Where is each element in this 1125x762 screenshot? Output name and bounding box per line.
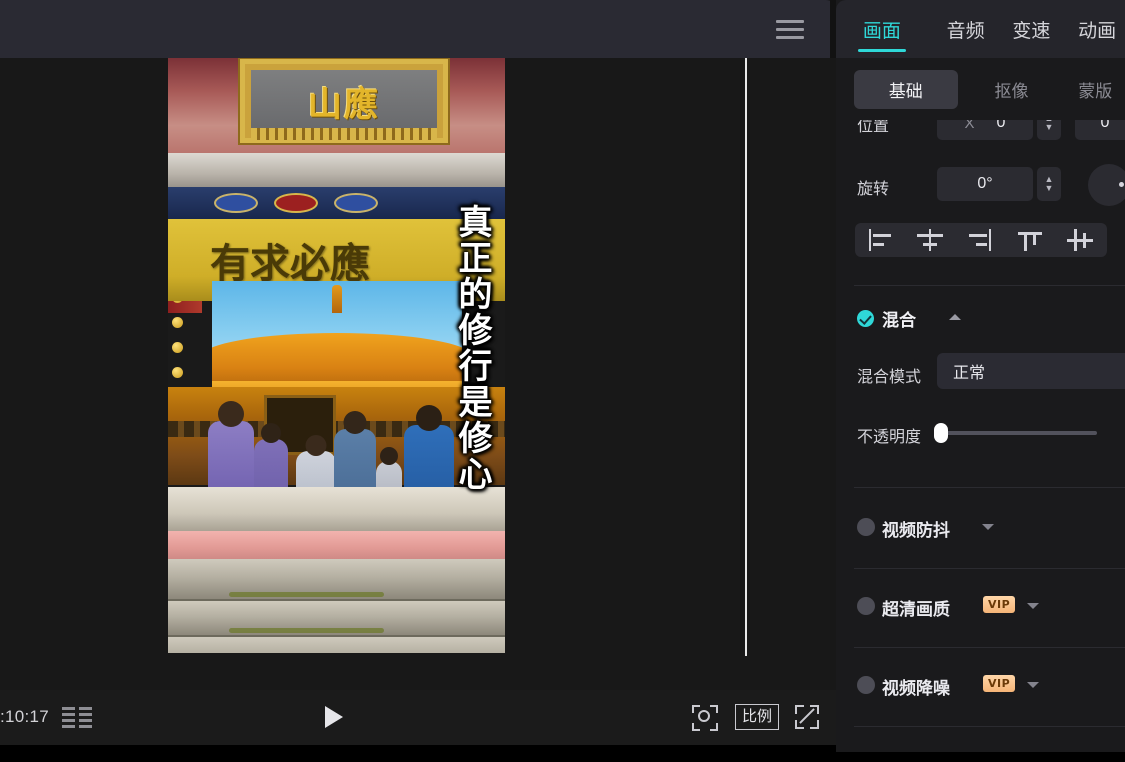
vip-badge: VIP [983,596,1015,613]
opacity-slider-track[interactable] [937,431,1097,435]
opacity-slider-handle[interactable] [934,423,948,443]
person-head [218,401,244,427]
person-head [306,435,327,456]
panel-bottom-strip [836,752,1125,762]
beam-medallion [214,193,258,213]
chevron-down-icon[interactable] [1027,682,1039,688]
subtab-mask[interactable]: 蒙版 [1066,70,1125,109]
preview-stage: 山應 有求必應 [0,58,836,690]
panel-subtab-bar: 基础 抠像 蒙版 [836,58,1125,120]
pink-painted-ledge [168,531,505,559]
panel-scroll-region[interactable]: 位置 X 0 ▲▼ 0 旋转 0° ▲▼ [836,120,1125,762]
ultra-hd-label: 超清画质 [882,595,950,620]
expand-fullscreen-icon[interactable] [795,705,819,729]
blend-enable-checkbox[interactable] [857,310,874,327]
blend-mode-label: 混合模式 [857,363,921,387]
rotation-stepper[interactable]: ▲▼ [1037,167,1061,201]
stone-step [168,601,505,637]
position-y-input[interactable]: 0 [1075,120,1125,140]
vertical-guide-line [745,58,747,656]
timecode-display: :10:17 [0,707,49,727]
blend-section-title: 混合 [882,306,916,331]
chevron-up-icon[interactable] [949,314,961,320]
stone-step [168,637,505,653]
beam-medallion [274,193,318,213]
stone-plinth [168,487,505,531]
chevron-down-icon[interactable] [1027,603,1039,609]
video-stabilize-label: 视频防抖 [882,516,950,541]
rotation-label: 旋转 [857,175,889,199]
step-moss [229,592,384,597]
grid-view-icon[interactable] [62,707,92,729]
plaque-top-text: 山應 [251,70,437,132]
align-left-icon[interactable] [855,229,905,251]
tab-animation[interactable]: 动画 [1069,16,1125,43]
rotation-input[interactable]: 0° [937,167,1033,201]
axis-x-label: X [965,120,975,132]
tab-speed[interactable]: 变速 [1004,16,1060,43]
chevron-down-icon[interactable] [982,524,994,530]
position-label: 位置 [857,120,889,136]
step-moss [229,628,384,633]
window-bottom-strip [0,745,836,762]
ultra-hd-toggle[interactable] [857,597,875,615]
blend-mode-value: 正常 [953,359,985,383]
position-y-value: 0 [1101,120,1110,132]
rotation-dial-icon[interactable] [1088,164,1125,206]
zoom-fit-icon[interactable] [692,705,718,731]
align-right-icon[interactable] [955,229,1005,251]
temple-eave-beam [168,153,505,191]
position-x-input[interactable]: X 0 [937,120,1033,140]
section-divider [854,285,1125,286]
position-x-value: 0 [997,120,1006,132]
beam-medallion [334,193,378,213]
align-center-vertical-icon[interactable] [1055,229,1105,251]
alignment-toolbar [855,223,1107,257]
stone-step [168,559,505,601]
tab-picture[interactable]: 画面 [854,16,910,43]
tab-audio[interactable]: 音频 [938,16,994,43]
panel-tab-bar: 画面 音频 变速 动画 [836,0,1125,58]
opacity-label: 不透明度 [857,423,921,447]
subtab-chroma-key[interactable]: 抠像 [966,70,1058,109]
person-head [416,405,442,431]
play-icon[interactable] [325,706,343,728]
plaque-surface: 山應 [251,70,437,132]
plaque-fret-pattern [251,128,437,140]
vip-badge: VIP [983,675,1015,692]
person-head [380,447,398,465]
preview-header-bar [0,0,836,58]
subtab-basic[interactable]: 基础 [854,70,958,109]
position-x-stepper[interactable]: ▲▼ [1037,120,1061,140]
video-editor-window: 山應 有求必應 [0,0,1125,762]
align-center-horizontal-icon[interactable] [905,229,955,251]
roof-spire [332,285,342,313]
ratio-button[interactable]: 比例 [735,704,779,730]
section-divider [854,726,1125,727]
rotation-value: 0° [977,175,992,193]
preview-area: 山應 有求必應 [0,0,836,762]
video-stabilize-toggle[interactable] [857,518,875,536]
person-head [344,411,367,434]
section-divider [854,487,1125,488]
subtitle-text-overlay[interactable]: 真正的修行是修心 [447,204,489,492]
player-control-bar: :10:17 比例 [0,690,836,745]
section-divider [854,568,1125,569]
blend-mode-select[interactable]: 正常 [937,353,1125,389]
video-denoise-label: 视频降噪 [882,674,950,699]
align-top-icon[interactable] [1005,229,1055,251]
person-head [261,423,281,443]
temple-plaque-top: 山應 [240,59,448,143]
hamburger-menu-icon[interactable] [776,16,804,42]
section-divider [854,647,1125,648]
video-denoise-toggle[interactable] [857,676,875,694]
properties-panel: 画面 音频 变速 动画 基础 抠像 蒙版 位置 X 0 ▲▼ 0 旋转 0° [836,0,1125,762]
